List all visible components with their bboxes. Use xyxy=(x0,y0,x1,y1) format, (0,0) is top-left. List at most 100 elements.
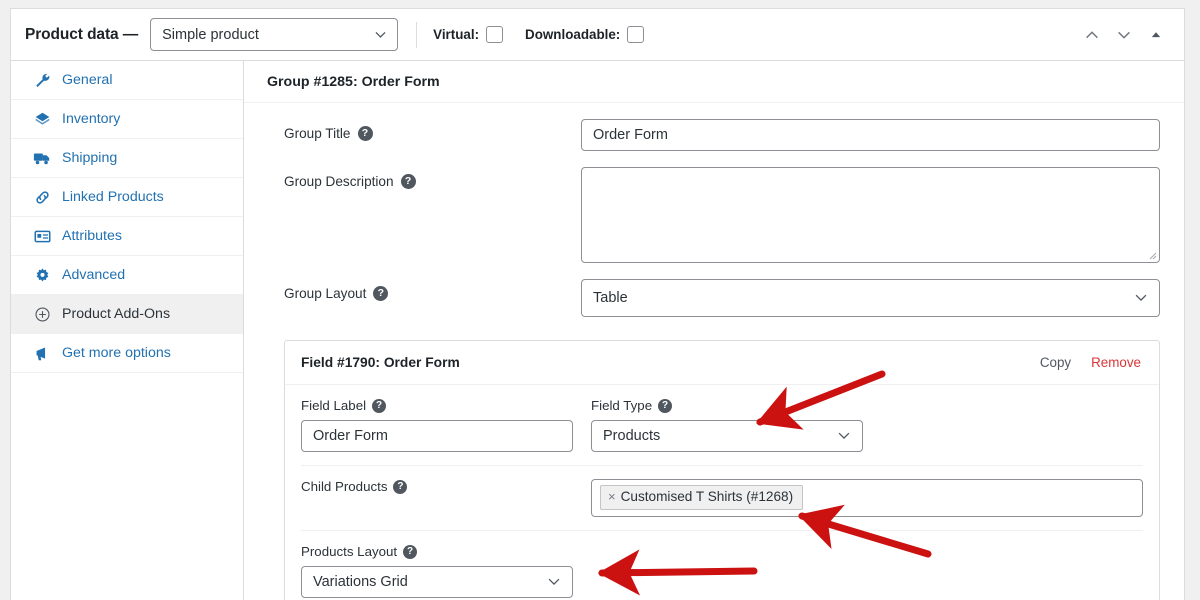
field-label-input[interactable]: Order Form xyxy=(301,420,573,452)
field-type-select[interactable]: Products xyxy=(591,420,863,452)
child-products-label-column: Child Products ? xyxy=(301,479,573,517)
remove-token-icon[interactable]: × xyxy=(608,488,616,506)
truck-icon xyxy=(33,149,51,167)
screenshot-root: Product data — Simple product Virtual: D… xyxy=(0,0,1200,600)
sidebar-item-product-add-ons[interactable]: Product Add-Ons xyxy=(11,295,243,334)
group-layout-label-wrap: Group Layout ? xyxy=(284,279,581,301)
field-panel: Field #1790: Order Form Copy Remove Fiel… xyxy=(284,340,1160,600)
field-type-column: Field Type ? Products xyxy=(591,398,863,452)
product-type-select[interactable]: Simple product xyxy=(150,18,398,51)
box-icon xyxy=(33,110,51,128)
group-layout-value: Table xyxy=(593,290,628,306)
help-icon[interactable]: ? xyxy=(401,174,416,189)
help-icon[interactable]: ? xyxy=(393,480,407,494)
group-description-label: Group Description xyxy=(284,174,394,189)
group-title-input[interactable]: Order Form xyxy=(581,119,1160,151)
group-title-value: Order Form xyxy=(593,127,668,143)
resize-handle-icon[interactable] xyxy=(1147,250,1157,260)
products-layout-column: Products Layout ? Variations Grid xyxy=(301,544,573,598)
field-heading: Field #1790: Order Form xyxy=(301,355,1040,370)
product-data-metabox: Product data — Simple product Virtual: D… xyxy=(10,8,1185,600)
field-label-label: Field Label xyxy=(301,398,366,413)
field-type-label-wrap: Field Type ? xyxy=(591,398,863,413)
products-layout-select[interactable]: Variations Grid xyxy=(301,566,573,598)
sidebar-item-label: Inventory xyxy=(62,111,120,127)
copy-field-link[interactable]: Copy xyxy=(1040,355,1071,370)
help-icon[interactable]: ? xyxy=(372,399,386,413)
metabox-header-controls xyxy=(1078,9,1170,61)
child-products-row: Child Products ? × Customised T Shirts (… xyxy=(301,466,1143,531)
field-type-value: Products xyxy=(603,428,660,444)
child-products-token-input[interactable]: × Customised T Shirts (#1268) xyxy=(591,479,1143,517)
products-layout-row: Products Layout ? Variations Grid xyxy=(301,531,1143,600)
wrench-icon xyxy=(33,71,51,89)
sidebar-item-shipping[interactable]: Shipping xyxy=(11,139,243,178)
gear-icon xyxy=(33,266,51,284)
help-icon[interactable]: ? xyxy=(358,126,373,141)
group-layout-select[interactable]: Table xyxy=(581,279,1160,317)
sidebar-item-inventory[interactable]: Inventory xyxy=(11,100,243,139)
field-label-column: Field Label ? Order Form xyxy=(301,398,573,452)
sidebar-item-label: Product Add-Ons xyxy=(62,306,170,322)
group-heading: Group #1285: Order Form xyxy=(244,61,1184,103)
help-icon[interactable]: ? xyxy=(373,286,388,301)
chevron-down-icon xyxy=(374,28,387,41)
product-token[interactable]: × Customised T Shirts (#1268) xyxy=(600,485,803,510)
move-up-icon[interactable] xyxy=(1078,21,1106,49)
sidebar-item-label: Get more options xyxy=(62,345,171,361)
sidebar-item-advanced[interactable]: Advanced xyxy=(11,256,243,295)
group-layout-row: Group Layout ? Table xyxy=(244,279,1184,317)
downloadable-checkbox[interactable] xyxy=(627,26,644,43)
product-type-value: Simple product xyxy=(162,27,259,43)
field-panel-header: Field #1790: Order Form Copy Remove xyxy=(285,341,1159,385)
child-products-label-wrap: Child Products ? xyxy=(301,479,573,494)
move-down-icon[interactable] xyxy=(1110,21,1138,49)
downloadable-label: Downloadable: xyxy=(525,27,620,42)
help-icon[interactable]: ? xyxy=(403,545,417,559)
virtual-label: Virtual: xyxy=(433,27,479,42)
virtual-checkbox-group[interactable]: Virtual: xyxy=(433,26,503,43)
remove-field-link[interactable]: Remove xyxy=(1091,355,1141,370)
card-icon xyxy=(33,227,51,245)
metabox-body: General Inventory Shipping xyxy=(11,61,1184,600)
group-description-row: Group Description ? xyxy=(244,167,1184,263)
field-type-label: Field Type xyxy=(591,398,652,413)
group-title-label: Group Title xyxy=(284,126,351,141)
child-products-control-column: × Customised T Shirts (#1268) xyxy=(591,479,1143,517)
sidebar-item-label: General xyxy=(62,72,112,88)
sidebar-item-linked-products[interactable]: Linked Products xyxy=(11,178,243,217)
plus-circle-icon xyxy=(33,305,51,323)
metabox-header: Product data — Simple product Virtual: D… xyxy=(11,9,1184,61)
link-icon xyxy=(33,188,51,206)
downloadable-checkbox-group[interactable]: Downloadable: xyxy=(525,26,644,43)
sidebar-item-label: Linked Products xyxy=(62,189,164,205)
field-label-value: Order Form xyxy=(313,428,388,444)
group-layout-label: Group Layout xyxy=(284,286,366,301)
chevron-down-icon xyxy=(547,575,561,589)
group-title-label-wrap: Group Title ? xyxy=(284,119,581,141)
product-token-label: Customised T Shirts (#1268) xyxy=(621,488,794,506)
child-products-label: Child Products xyxy=(301,479,387,494)
products-layout-label: Products Layout xyxy=(301,544,397,559)
products-layout-value: Variations Grid xyxy=(313,574,408,590)
sidebar-item-label: Attributes xyxy=(62,228,122,244)
sidebar-item-get-more-options[interactable]: Get more options xyxy=(11,334,243,373)
sidebar-item-attributes[interactable]: Attributes xyxy=(11,217,243,256)
field-panel-body: Field Label ? Order Form Field Type xyxy=(285,385,1159,600)
toggle-panel-icon[interactable] xyxy=(1142,21,1170,49)
virtual-checkbox[interactable] xyxy=(486,26,503,43)
products-layout-label-wrap: Products Layout ? xyxy=(301,544,573,559)
field-label-type-row: Field Label ? Order Form Field Type xyxy=(301,385,1143,466)
megaphone-icon xyxy=(33,344,51,362)
product-data-tabs: General Inventory Shipping xyxy=(11,61,244,600)
group-title-row: Group Title ? Order Form xyxy=(244,119,1184,151)
chevron-down-icon xyxy=(837,429,851,443)
sidebar-item-general[interactable]: General xyxy=(11,61,243,100)
page-title: Product data — xyxy=(25,26,138,44)
sidebar-item-label: Advanced xyxy=(62,267,125,283)
add-ons-panel: Group #1285: Order Form Group Title ? Or… xyxy=(244,61,1184,600)
sidebar-item-label: Shipping xyxy=(62,150,117,166)
help-icon[interactable]: ? xyxy=(658,399,672,413)
group-description-textarea[interactable] xyxy=(581,167,1160,263)
group-description-label-wrap: Group Description ? xyxy=(284,167,581,189)
